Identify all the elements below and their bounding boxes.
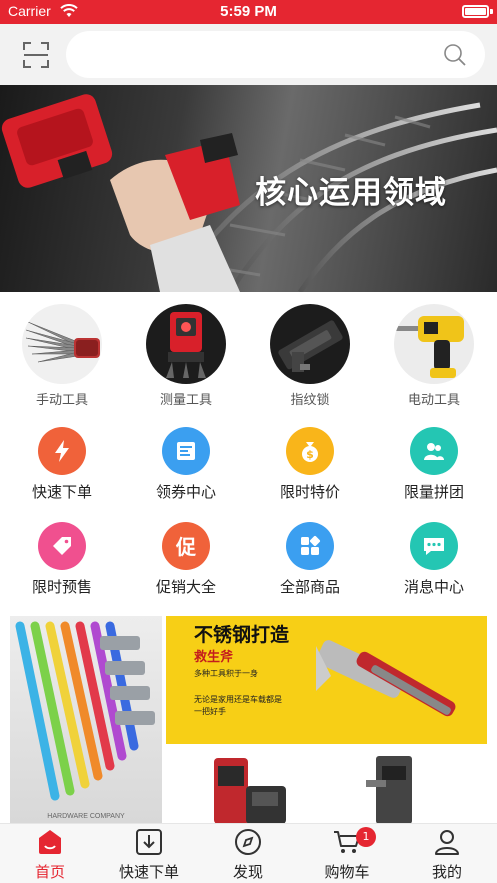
presale-entry[interactable]: 限时预售 [0, 515, 124, 597]
promo-devices[interactable] [166, 748, 487, 824]
tab-label: 快速下单 [118, 863, 179, 881]
search-icon[interactable] [443, 43, 467, 67]
fingerprint-lock-image [270, 304, 350, 384]
money-bag-icon: $ [286, 427, 334, 475]
tab-label: 购物车 [324, 863, 370, 881]
promo-icon: 促 [162, 522, 210, 570]
function-label: 限量拼团 [403, 483, 464, 501]
grid-icon [286, 522, 334, 570]
promo-line-2: 无论是家用还是车载都是一把好手 [194, 695, 282, 716]
hand-tools-image [22, 304, 102, 384]
tab-label: 发现 [232, 863, 263, 881]
category-row: 手动工具 测量工具 指纹锁 电动工具 [0, 300, 497, 412]
tab-quick-order[interactable]: 快速下单 [99, 824, 199, 883]
promo-left-caption: HARDWARE COMPANY [47, 813, 125, 820]
promo-axe[interactable]: 不锈钢打造 救生斧 多种工具积于一身 无论是家用还是车载都是一把好手 [166, 616, 487, 744]
download-icon [136, 829, 162, 855]
tab-mine[interactable]: 我的 [397, 824, 497, 883]
status-time: 5:59 PM [220, 3, 277, 20]
category-measuring-tools[interactable]: 测量工具 [124, 300, 248, 408]
group-buy-entry[interactable]: 限量拼团 [372, 420, 496, 502]
quick-order-entry[interactable]: 快速下单 [0, 420, 124, 502]
message-center-entry[interactable]: 消息中心 [372, 515, 496, 597]
promo-section: HARDWARE COMPANY 不锈钢打造 救生斧 多种工具积于一身 无论是家… [10, 616, 487, 824]
category-label: 测量工具 [159, 393, 212, 408]
coupon-icon [162, 427, 210, 475]
category-label: 电动工具 [407, 393, 460, 408]
promo-title: 不锈钢打造 [194, 624, 290, 646]
promo-subtitle: 救生斧 [194, 650, 234, 665]
function-label: 促销大全 [155, 578, 216, 596]
cart-badge: 1 [356, 827, 376, 847]
search-box[interactable] [66, 31, 485, 78]
category-label: 手动工具 [35, 393, 88, 408]
function-label: 消息中心 [403, 578, 464, 596]
tab-cart[interactable]: 1 购物车 [297, 824, 397, 883]
scan-icon[interactable] [22, 41, 50, 69]
compass-icon [235, 829, 261, 855]
tab-discover[interactable]: 发现 [198, 824, 298, 883]
measuring-tools-image [146, 304, 226, 384]
function-label: 领券中心 [155, 483, 216, 501]
user-icon [435, 830, 459, 855]
home-icon [39, 830, 61, 854]
function-label: 限时特价 [279, 483, 340, 501]
function-label: 限时预售 [31, 578, 92, 596]
category-fingerprint-lock[interactable]: 指纹锁 [248, 300, 372, 408]
power-tools-image [394, 304, 474, 384]
promo-hex-keys[interactable]: HARDWARE COMPANY [10, 616, 162, 824]
hero-banner[interactable]: 核心运用领域 [0, 85, 497, 292]
svg-text:促: 促 [175, 535, 197, 558]
tab-label: 首页 [34, 863, 65, 881]
flash-price-entry[interactable]: $ 限时特价 [248, 420, 372, 502]
tab-label: 我的 [431, 863, 462, 881]
tag-icon [38, 522, 86, 570]
svg-text:$: $ [306, 448, 314, 461]
coupon-center-entry[interactable]: 领券中心 [124, 420, 248, 502]
banner-title: 核心运用领域 [255, 175, 447, 211]
category-label: 指纹锁 [290, 393, 330, 408]
status-bar: Carrier 5:59 PM [0, 0, 497, 24]
group-icon [410, 427, 458, 475]
function-label: 快速下单 [31, 483, 92, 501]
hex-keys-image [15, 621, 155, 801]
tab-home[interactable]: 首页 [0, 824, 100, 883]
category-hand-tools[interactable]: 手动工具 [0, 300, 124, 408]
message-icon [410, 522, 458, 570]
search-input[interactable] [84, 39, 434, 69]
function-label: 全部商品 [279, 578, 340, 596]
category-power-tools[interactable]: 电动工具 [372, 300, 496, 408]
battery-icon [462, 5, 489, 18]
devices-image [214, 756, 412, 824]
top-bar [0, 24, 497, 85]
promo-line-1: 多种工具积于一身 [194, 669, 258, 678]
all-products-entry[interactable]: 全部商品 [248, 515, 372, 597]
promotions-entry[interactable]: 促 促销大全 [124, 515, 248, 597]
battery-tip [490, 9, 493, 14]
lightning-icon [38, 427, 86, 475]
tab-bar: 首页 快速下单 发现 1 购物车 我的 [0, 823, 497, 883]
